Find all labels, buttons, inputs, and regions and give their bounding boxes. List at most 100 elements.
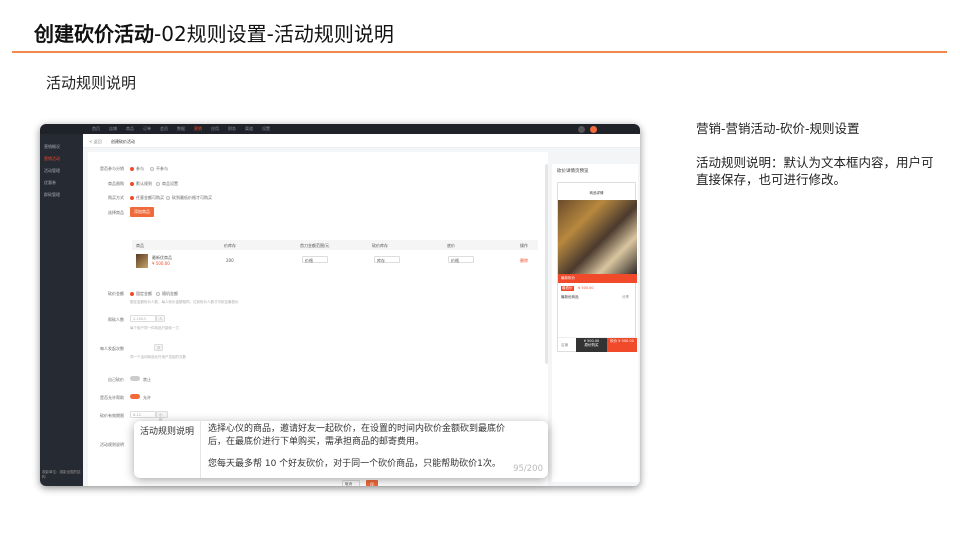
goods-image [558, 200, 637, 274]
hint-text: 每个用户同一件商品只能砍一刀 [130, 326, 179, 330]
back-link[interactable]: < 返回 [89, 139, 102, 145]
form-label: 帮砍人数 [108, 317, 124, 322]
floor-tag: 最低价 [561, 286, 574, 291]
radio-fixed-amount[interactable]: 固定金额 [130, 291, 152, 297]
valid-hours-input[interactable]: 6-12 [130, 411, 156, 418]
radio-default-rule[interactable]: 默认规则 [130, 181, 152, 187]
nav-item[interactable]: 店铺 [109, 126, 117, 132]
radio-goods-setting[interactable]: 商品设置 [156, 181, 178, 187]
column-header: 操作 [520, 243, 528, 248]
rule-description-callout: 活动规则说明 选择心仪的商品，邀请好友一起砍价，在设置的时间内砍价金额砍到最底价… [134, 421, 548, 478]
column-header: 底价 [447, 243, 455, 248]
sidebar-footer: 观影单位：观影全国的结构 [42, 470, 81, 479]
nav-item[interactable]: 首页 [92, 126, 100, 132]
rule-text-paragraph: 选择心仪的商品，邀请好友一起砍价，在设置的时间内砍价金额砍到最底价后，在最底价进… [208, 424, 506, 447]
sidebar-item-active[interactable]: 营销活动 [44, 156, 60, 162]
sidebar: 营销概况 营销活动 活动管理 优惠券 群砍管理 观影单位：观影全国的结构 [40, 134, 83, 486]
form-label: 砍价金额 [108, 291, 124, 296]
radio-join[interactable]: 参与 [130, 166, 144, 172]
preview-title: 砍价详情页预览 [557, 169, 589, 174]
helper-count-input[interactable]: 2-100人 [130, 315, 156, 322]
top-nav: 首页 店铺 商品 订单 会员 数据 营销 应用 财务 渠道 设置 [40, 124, 640, 134]
form-label: 商品限购 [108, 181, 124, 186]
phone-header: 商品详情 [589, 191, 604, 195]
unit-label: 人 [156, 315, 165, 322]
cancel-button[interactable]: 取消 [342, 480, 360, 486]
form-label: 自己砍价 [108, 377, 124, 382]
add-goods-button[interactable]: 添加商品 [130, 207, 154, 217]
share-link[interactable]: 分享 [622, 295, 629, 300]
sidebar-item[interactable]: 活动管理 [44, 168, 60, 174]
shop-link[interactable]: 店铺 [561, 343, 568, 348]
breadcrumb: < 返回 创建砍价活动 [83, 134, 640, 148]
preview-goods-name: 最新优商品 [561, 295, 579, 299]
preview-price: ¥ 500.00 [578, 286, 594, 290]
nav-item[interactable]: 设置 [262, 126, 270, 132]
form-label: 每人发起次数 [100, 346, 124, 351]
nav-item[interactable]: 应用 [211, 126, 219, 132]
notification-icon[interactable] [578, 126, 585, 133]
breadcrumb-title: 创建砍价活动 [111, 139, 135, 144]
char-counter: 95/200 [513, 464, 543, 474]
hint-text: 固定金额砍价人数，每人砍价金额相同，达到砍价人数才可砍至最低价 [130, 300, 239, 304]
radio-floor-only[interactable]: 砍到最低价格才可购买 [166, 195, 212, 201]
goods-price: ¥ 500.00 [152, 261, 170, 266]
sidebar-item[interactable]: 营销概况 [44, 144, 60, 150]
phone-action-bar: 店铺 ¥ 500.00 原价购买 砍价 ¥ 500.00 [558, 337, 637, 352]
nav-item-active[interactable]: 营销 [194, 126, 202, 132]
description-panel: 营销-营销活动-砍价-规则设置 活动规则说明：默认为文本框内容，用户可直接保存，… [696, 120, 936, 205]
goods-table-header: 商品 价库存 首刀金额范围/元 砍价库存 底价 操作 [132, 240, 538, 250]
form-label: 是否参与分销 [100, 166, 124, 171]
floor-price-input[interactable]: 价格 [448, 256, 474, 263]
form-label: 活动规则说明 [100, 442, 124, 447]
first-cut-input[interactable]: 价格 [302, 256, 328, 263]
callout-label: 活动规则说明 [140, 427, 195, 437]
rule-text-paragraph: 您每天最多帮 10 个好友砍价，对于同一个砍价商品，只能帮助砍价1次。 [208, 459, 501, 469]
column-header: 价库存 [224, 243, 236, 248]
toggle-state: 禁止 [143, 377, 151, 382]
goods-thumbnail [136, 254, 148, 268]
allow-help-toggle[interactable] [130, 394, 140, 399]
goods-stock: 200 [226, 258, 234, 263]
self-bargain-toggle[interactable] [130, 376, 140, 381]
bargain-stock-input[interactable]: 库存 [374, 256, 400, 263]
avatar[interactable] [590, 126, 597, 133]
nav-item[interactable]: 财务 [228, 126, 236, 132]
section-subtitle: 活动规则说明 [46, 74, 137, 92]
column-header: 商品 [136, 243, 144, 248]
description-heading: 营销-营销活动-砍价-规则设置 [696, 121, 860, 136]
column-header: 首刀金额范围/元 [300, 243, 330, 248]
page-title: 创建砍价活动-02规则设置-活动规则说明 [34, 22, 394, 46]
unit-label: 小时 [156, 411, 168, 422]
column-header: 砍价库存 [372, 243, 388, 248]
delete-link[interactable]: 删除 [520, 258, 528, 264]
form-label: 选择商品 [108, 210, 124, 215]
nav-item[interactable]: 商品 [126, 126, 134, 132]
nav-item[interactable]: 数据 [177, 126, 185, 132]
bargain-banner: 最新砍价 [558, 274, 637, 283]
rule-textarea[interactable]: 选择心仪的商品，邀请好友一起砍价，在设置的时间内砍价金额砍到最底价后，在最底价进… [208, 423, 508, 471]
save-button[interactable]: 保存 [366, 480, 378, 486]
title-divider [12, 51, 947, 53]
nav-item[interactable]: 渠道 [245, 126, 253, 132]
bargain-button[interactable]: 砍价 ¥ 500.00 [607, 338, 637, 352]
phone-preview: 商品详情 最新砍价 最低价 ¥ 500.00 最新优商品 分享 店铺 ¥ 500… [557, 182, 637, 352]
radio-any-amount[interactable]: 任意金额可购买 [130, 195, 164, 201]
form-label: 砍价有效期限 [100, 413, 124, 418]
sidebar-item[interactable]: 群砍管理 [44, 192, 60, 198]
radio-not-join[interactable]: 不参与 [150, 166, 168, 172]
table-row: 最新优商品 ¥ 500.00 200 价格 库存 价格 删除 [132, 250, 538, 272]
form-label: 购买方式 [108, 195, 124, 200]
description-body: 活动规则说明：默认为文本框内容，用户可直接保存，也可进行修改。 [696, 155, 934, 187]
callout-divider [200, 421, 201, 478]
sidebar-item[interactable]: 优惠券 [44, 180, 56, 186]
form-label: 是否允许帮助 [100, 395, 124, 400]
unit-label: 次 [154, 344, 163, 351]
form-scrollbar[interactable] [545, 164, 548, 364]
nav-item[interactable]: 会员 [160, 126, 168, 132]
radio-random-amount[interactable]: 随机金额 [156, 291, 178, 297]
buy-now-button[interactable]: ¥ 500.00 原价购买 [576, 338, 607, 352]
nav-item[interactable]: 订单 [143, 126, 151, 132]
preview-panel: 砍价详情页预览 商品详情 最新砍价 最低价 ¥ 500.00 最新优商品 分享 … [552, 164, 638, 482]
toggle-state: 允许 [143, 395, 151, 400]
